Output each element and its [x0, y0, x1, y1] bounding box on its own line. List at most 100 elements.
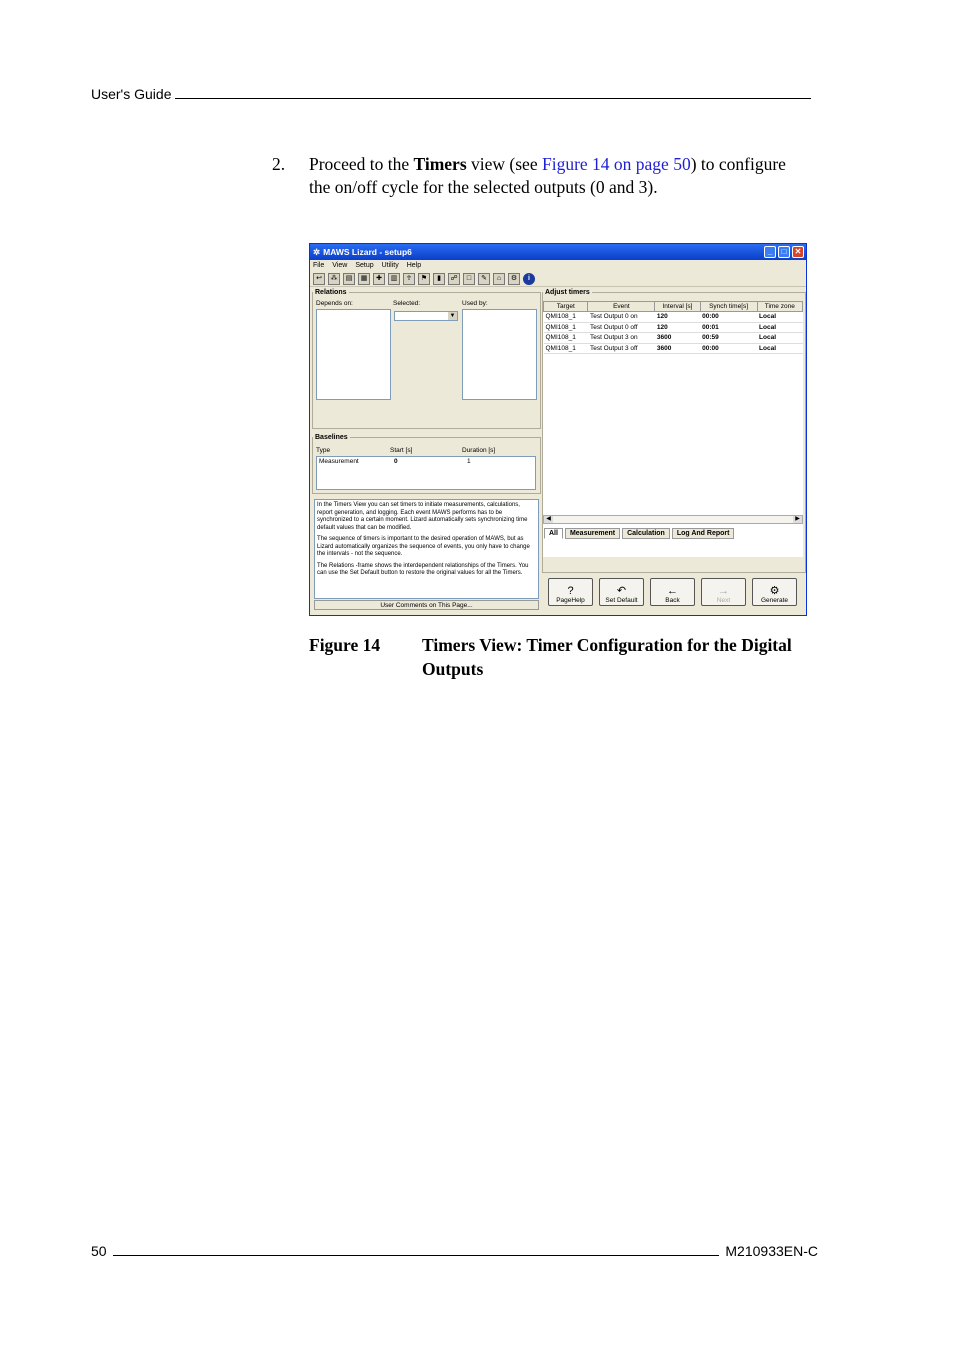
- memory-icon[interactable]: ▮: [433, 272, 445, 285]
- pagehelp-button[interactable]: ? PageHelp: [548, 578, 593, 606]
- page-footer: 50 M210933EN-C: [91, 1243, 818, 1259]
- baselines-list[interactable]: Measurement 0 1: [316, 456, 536, 490]
- edit-icon[interactable]: ✎: [478, 272, 490, 285]
- cell-interval[interactable]: 120: [654, 322, 701, 333]
- menu-help[interactable]: Help: [407, 262, 421, 269]
- timer-tabs: All Measurement Calculation Log And Repo…: [544, 528, 735, 539]
- menu-utility[interactable]: Utility: [382, 262, 399, 269]
- lizard-app-icon: ✲: [313, 246, 321, 257]
- description-paragraph: The Relations -frame shows the interdepe…: [317, 562, 529, 577]
- baselines-header-duration: Duration [s]: [462, 447, 496, 454]
- baseline-type: Measurement: [319, 458, 359, 465]
- cell-timezone[interactable]: Local: [757, 343, 803, 354]
- user-comments-button[interactable]: User Comments on This Page...: [314, 600, 539, 610]
- logging-icon[interactable]: ☥: [403, 272, 415, 285]
- menu-view[interactable]: View: [332, 262, 347, 269]
- arrow-right-icon: →: [718, 585, 729, 597]
- cell-synch[interactable]: 00:00: [700, 311, 758, 323]
- cell-synch[interactable]: 00:01: [700, 322, 758, 333]
- col-timezone[interactable]: Time zone: [756, 301, 804, 312]
- menu-bar: File View Setup Utility Help: [310, 260, 806, 271]
- baselines-header-start: Start [s]: [390, 447, 413, 454]
- reports-icon[interactable]: ▥: [388, 272, 400, 285]
- groups-icon[interactable]: ☍: [448, 272, 460, 285]
- generate-button[interactable]: ⚙ Generate: [752, 578, 797, 606]
- table-row[interactable]: QMI108_1 Test Output 3 off 3600 00:00 Lo…: [543, 343, 803, 354]
- info-icon[interactable]: i: [523, 272, 535, 285]
- scroll-left-icon[interactable]: ◀: [544, 516, 553, 523]
- used-by-list[interactable]: [462, 309, 537, 400]
- cell-interval[interactable]: 120: [654, 311, 701, 323]
- table-row[interactable]: QMI108_1 Test Output 3 on 3600 00:59 Loc…: [543, 332, 803, 344]
- cell-interval[interactable]: 3600: [654, 343, 701, 354]
- horizontal-scrollbar[interactable]: ◀ ▶: [543, 515, 803, 524]
- next-label: Next: [716, 597, 731, 604]
- tab-measurement[interactable]: Measurement: [564, 528, 621, 539]
- cell-target: QMI108_1: [543, 343, 588, 354]
- step-text-mid: view (see: [466, 154, 542, 174]
- cell-event: Test Output 0 on: [587, 311, 655, 323]
- page-description: In the Timers View you can set timers to…: [314, 499, 539, 599]
- timers-icon[interactable]: ⚙: [508, 272, 520, 285]
- generate-label: Generate: [760, 597, 789, 604]
- cell-interval[interactable]: 3600: [654, 332, 701, 344]
- col-synch[interactable]: Synch time[s]: [699, 301, 758, 312]
- baselines-legend: Baselines: [315, 434, 348, 441]
- pagehelp-label: PageHelp: [556, 597, 585, 604]
- table-row[interactable]: QMI108_1 Test Output 0 off 120 00:01 Loc…: [543, 322, 803, 333]
- depends-on-list[interactable]: [316, 309, 391, 400]
- cell-timezone[interactable]: Local: [757, 332, 803, 344]
- menu-setup[interactable]: Setup: [355, 262, 373, 269]
- cell-target: QMI108_1: [543, 322, 588, 333]
- cell-synch[interactable]: 00:00: [700, 343, 758, 354]
- window-titlebar: ✲ MAWS Lizard - setup6 _ □ ✕: [310, 244, 806, 260]
- measurements-icon[interactable]: ▦: [358, 272, 370, 285]
- tab-calculation[interactable]: Calculation: [622, 528, 670, 539]
- minimize-icon[interactable]: _: [764, 246, 776, 258]
- cell-event: Test Output 3 on: [587, 332, 655, 344]
- sensors-icon[interactable]: ▤: [343, 272, 355, 285]
- scroll-right-icon[interactable]: ▶: [793, 516, 802, 523]
- cell-timezone[interactable]: Local: [757, 322, 803, 333]
- col-event[interactable]: Event: [587, 301, 656, 312]
- header-title: User's Guide: [91, 86, 172, 102]
- timers-table: Target Event Interval [s] Synch time[s] …: [542, 301, 804, 354]
- cell-target: QMI108_1: [543, 332, 588, 344]
- step-text-bold: Timers: [413, 154, 467, 174]
- figure-title: Timers View: Timer Configuration for the…: [422, 635, 792, 679]
- description-paragraph: In the Timers View you can set timers to…: [317, 502, 528, 531]
- description-paragraph: The sequence of timers is important to t…: [317, 536, 530, 557]
- back-button[interactable]: ← Back: [650, 578, 695, 606]
- figure-link[interactable]: Figure 14 on page 50: [542, 154, 691, 174]
- cell-synch[interactable]: 00:59: [700, 332, 758, 344]
- left-panel: Relations Depends on: Selected: Used by:…: [312, 289, 541, 614]
- set-default-label: Set Default: [605, 597, 638, 604]
- network-icon[interactable]: ⁂: [328, 272, 340, 285]
- set-default-button[interactable]: ↶ Set Default: [599, 578, 644, 606]
- cell-event: Test Output 0 off: [587, 322, 655, 333]
- col-interval[interactable]: Interval [s]: [654, 301, 701, 312]
- calculations-icon[interactable]: ✚: [373, 272, 385, 285]
- alarm-icon[interactable]: ⌂: [493, 272, 505, 285]
- baseline-start: 0: [394, 458, 398, 465]
- table-row[interactable]: QMI108_1 Test Output 0 on 120 00:00 Loca…: [543, 311, 803, 323]
- next-button[interactable]: → Next: [701, 578, 746, 606]
- tab-log-and-report[interactable]: Log And Report: [671, 528, 735, 539]
- navigation-buttons: ? PageHelp ↶ Set Default ← Back → Next ⚙ Gene…: [548, 578, 797, 606]
- close-icon[interactable]: ✕: [792, 246, 804, 258]
- tab-all[interactable]: All: [544, 528, 563, 539]
- flag-icon[interactable]: ⚑: [418, 272, 430, 285]
- col-target[interactable]: Target: [542, 301, 589, 312]
- maximize-icon[interactable]: □: [778, 246, 790, 258]
- used-by-label: Used by:: [462, 300, 488, 307]
- page-number: 50: [91, 1243, 107, 1259]
- maws-lizard-window: ✲ MAWS Lizard - setup6 _ □ ✕ File View S…: [309, 243, 807, 616]
- menu-file[interactable]: File: [313, 262, 324, 269]
- selected-combo[interactable]: ▼: [394, 311, 458, 321]
- page-icon[interactable]: □: [463, 272, 475, 285]
- figure-label: Figure 14: [309, 635, 381, 655]
- chevron-down-icon[interactable]: ▼: [448, 312, 457, 320]
- undo-icon[interactable]: ↩: [313, 272, 325, 285]
- cell-timezone[interactable]: Local: [757, 311, 803, 323]
- gears-icon: ⚙: [769, 585, 780, 597]
